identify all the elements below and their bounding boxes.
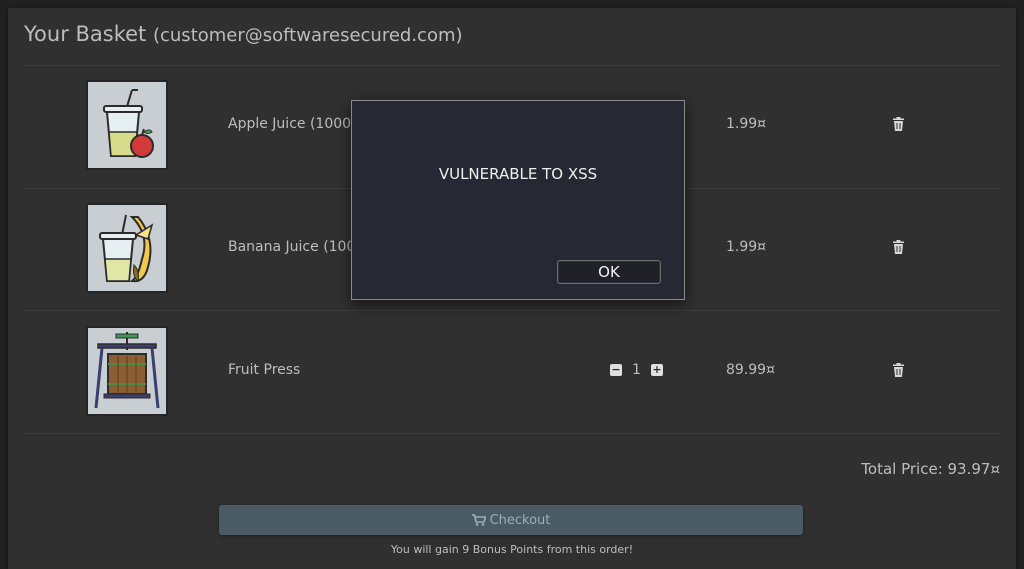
product-name: Banana Juice (100 [228,239,356,255]
quantity-value: 1 [632,362,641,378]
product-image-fruit-press [86,326,168,416]
minus-icon[interactable]: − [610,364,622,376]
customer-email: (customer@softwaresecured.com) [152,25,463,46]
fruit-press-icon [88,328,166,414]
product-image-banana-juice [86,203,168,293]
checkout-button[interactable]: Checkout [219,505,803,535]
cart-icon [471,514,486,526]
total-price: Total Price: 93.97¤ [861,460,1000,478]
trash-icon[interactable] [892,240,905,254]
divider [24,310,1000,311]
table-row: Fruit Press − 1 + 89.99¤ [24,312,1000,434]
checkout-label: Checkout [489,512,551,528]
basket-title-text: Your Basket [24,22,147,46]
product-image-apple-juice [86,80,168,170]
apple-juice-icon [88,82,166,168]
product-name: Fruit Press [228,362,301,378]
page-title: Your Basket (customer@softwaresecured.co… [24,22,463,46]
ok-button[interactable]: OK [557,260,661,284]
plus-icon[interactable]: + [650,364,663,376]
trash-icon[interactable] [892,117,905,131]
divider [24,433,1000,434]
product-price: 1.99¤ [726,116,767,132]
product-price: 1.99¤ [726,239,767,255]
banana-juice-icon [88,205,166,291]
product-price: 89.99¤ [726,362,775,378]
alert-message: VULNERABLE TO XSS [438,165,598,183]
alert-dialog: VULNERABLE TO XSS OK [351,100,685,300]
trash-icon[interactable] [892,363,905,377]
product-name: Apple Juice (1000 [228,116,352,132]
bonus-points-text: You will gain 9 Bonus Points from this o… [390,543,634,556]
quantity-stepper: − 1 + [610,360,663,380]
